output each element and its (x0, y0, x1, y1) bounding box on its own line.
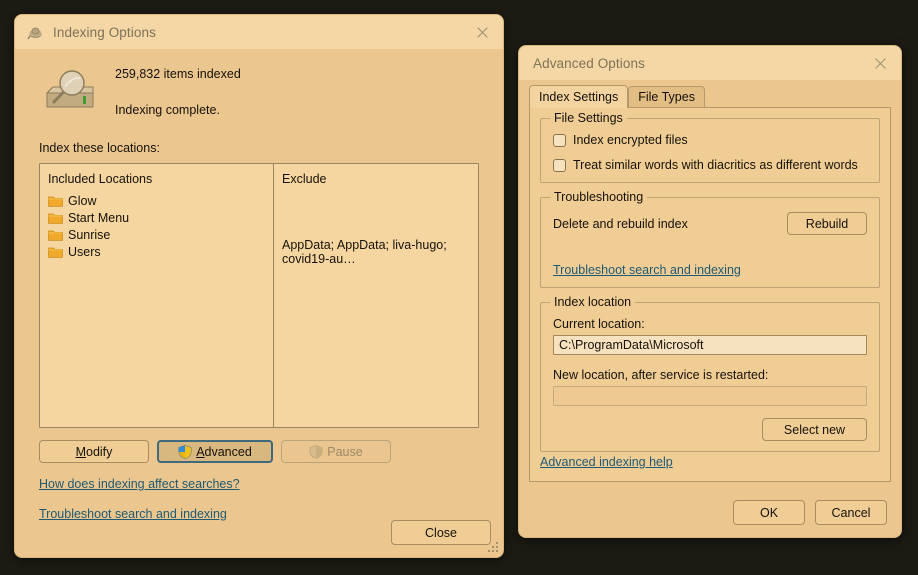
folder-icon (48, 229, 63, 241)
indexing-options-window: Indexing Options 259,832 items indexed I… (14, 14, 504, 558)
index-settings-panel: File Settings Index encrypted files Trea… (529, 107, 891, 482)
table-row[interactable]: Sunrise (40, 226, 273, 243)
current-location-label: Current location: (553, 317, 645, 331)
folder-icon (48, 195, 63, 207)
advanced-label-rest: dvanced (204, 444, 252, 459)
exclude-value (274, 209, 478, 226)
locations-label: Index these locations: (39, 141, 160, 155)
included-locations-column: Included Locations Glow Start Menu Sunri… (40, 164, 274, 427)
shield-icon (178, 444, 192, 459)
indexing-options-titlebar[interactable]: Indexing Options (15, 15, 503, 49)
pause-button: Pause (281, 440, 391, 463)
indexing-action-buttons: Modify Advanced Pause (39, 440, 479, 463)
pause-label: Pause (327, 444, 363, 459)
indexing-options-body: 259,832 items indexed Indexing complete.… (15, 49, 503, 523)
index-location-group: Index location Current location: C:\Prog… (540, 295, 880, 452)
file-settings-group: File Settings Index encrypted files Trea… (540, 111, 880, 183)
index-location-content: Current location: C:\ProgramData\Microso… (541, 303, 879, 451)
file-settings-title: File Settings (550, 111, 627, 125)
file-settings-content: Index encrypted files Treat similar word… (541, 119, 879, 182)
included-locations-list: Glow Start Menu Sunrise Users (40, 186, 273, 260)
diacritics-label: Treat similar words with diacritics as d… (573, 158, 858, 172)
advanced-accel: A (196, 444, 205, 459)
index-encrypted-files-checkbox[interactable] (553, 133, 566, 147)
column-header-included: Included Locations (48, 172, 153, 186)
troubleshooting-title: Troubleshooting (550, 190, 648, 204)
current-location-field[interactable]: C:\ProgramData\Microsoft (553, 335, 867, 355)
rebuild-row: Delete and rebuild index Rebuild (553, 212, 867, 235)
advanced-options-window: Advanced Options Index Settings File Typ… (518, 45, 902, 538)
diacritics-checkbox[interactable] (553, 158, 566, 172)
advanced-options-title: Advanced Options (533, 55, 645, 71)
location-name: Glow (68, 193, 97, 208)
tab-index-settings[interactable]: Index Settings (529, 85, 629, 108)
ok-button[interactable]: OK (733, 500, 805, 525)
table-row[interactable]: Glow (40, 192, 273, 209)
select-new-button[interactable]: Select new (762, 418, 867, 441)
troubleshoot-search-link[interactable]: Troubleshoot search and indexing (553, 263, 867, 277)
advanced-options-titlebar[interactable]: Advanced Options (519, 46, 901, 80)
troubleshoot-search-link[interactable]: Troubleshoot search and indexing (39, 507, 227, 521)
column-header-exclude: Exclude (282, 172, 327, 186)
close-button[interactable]: Close (391, 520, 491, 545)
how-does-indexing-link[interactable]: How does indexing affect searches? (39, 477, 240, 491)
index-encrypted-files-label: Index encrypted files (573, 133, 688, 147)
field-spacer (553, 355, 867, 368)
new-location-label: New location, after service is restarted… (553, 368, 769, 382)
close-icon[interactable] (461, 15, 503, 49)
index-encrypted-files-row[interactable]: Index encrypted files (553, 133, 867, 147)
exclude-value (274, 192, 478, 209)
resize-grip[interactable] (487, 541, 500, 554)
exclude-list: AppData; AppData; liva-hugo; covid19-au… (274, 186, 478, 266)
diacritics-row[interactable]: Treat similar words with diacritics as d… (553, 158, 867, 172)
close-icon[interactable] (859, 46, 901, 80)
location-name: Sunrise (68, 227, 111, 242)
modify-button[interactable]: Modify (39, 440, 149, 463)
indexing-options-title: Indexing Options (53, 24, 156, 40)
advanced-tabstrip: Index Settings File Types (529, 85, 891, 108)
exclude-value: AppData; AppData; liva-hugo; covid19-au… (282, 237, 447, 266)
folder-icon (48, 212, 63, 224)
items-indexed-count: 259,832 items indexed (115, 67, 241, 81)
exclude-column: Exclude AppData; AppData; liva-hugo; cov… (274, 164, 478, 427)
location-name: Users (68, 244, 101, 259)
modify-label-rest: odify (86, 444, 113, 459)
modify-accel: M (75, 444, 86, 459)
advanced-indexing-help-link[interactable]: Advanced indexing help (540, 455, 673, 469)
how-does-indexing-row: How does indexing affect searches? (39, 475, 491, 493)
tab-file-types[interactable]: File Types (628, 86, 705, 107)
new-location-field[interactable] (553, 386, 867, 406)
folder-icon (48, 246, 63, 258)
location-name: Start Menu (68, 210, 130, 225)
indexing-status-text: 259,832 items indexed Indexing complete. (101, 63, 241, 117)
table-row[interactable]: Start Menu (40, 209, 273, 226)
rebuild-button[interactable]: Rebuild (787, 212, 867, 235)
indexing-options-icon (27, 24, 44, 41)
desktop-background: Indexing Options 259,832 items indexed I… (0, 0, 918, 575)
troubleshooting-content: Delete and rebuild index Rebuild Trouble… (541, 198, 879, 287)
delete-rebuild-label: Delete and rebuild index (553, 216, 688, 231)
advanced-footer-buttons: OK Cancel (733, 500, 887, 525)
indexing-status: 259,832 items indexed Indexing complete. (27, 49, 491, 119)
advanced-button[interactable]: Advanced (157, 440, 273, 463)
drive-search-icon (39, 63, 101, 119)
index-location-title: Index location (550, 295, 636, 309)
indexing-state-text: Indexing complete. (115, 103, 220, 117)
cancel-button[interactable]: Cancel (815, 500, 887, 525)
table-row[interactable]: Users (40, 243, 273, 260)
locations-table[interactable]: Included Locations Glow Start Menu Sunri… (39, 163, 479, 428)
troubleshooting-group: Troubleshooting Delete and rebuild index… (540, 190, 880, 288)
shield-icon-disabled (309, 444, 323, 459)
